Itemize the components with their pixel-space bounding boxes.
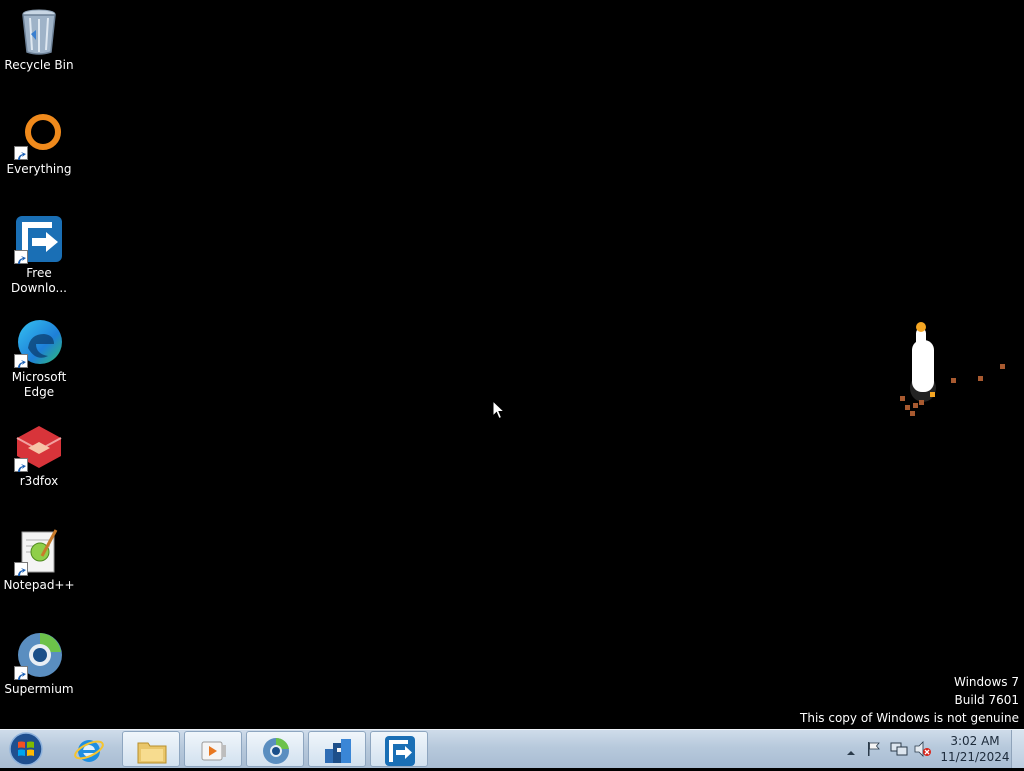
start-orb-icon [9,732,43,766]
desktop-icon-label: Supermium [4,682,74,696]
shortcut-arrow-icon [14,562,28,576]
desktop-icon-label: Everything [6,162,72,176]
show-hidden-icons-icon[interactable] [846,743,856,762]
desktop-icon-notepad-plus-plus[interactable]: Notepad++ [0,526,78,593]
desktop: Recycle Bin Everything Free Downlo... Mi… [0,0,1024,729]
desktop-icon-label: Free Downlo... [11,266,67,295]
desktop-icon-everything[interactable]: Everything [0,110,78,177]
file-explorer-icon [137,742,167,764]
notepad-plus-plus-icon [14,526,64,576]
shortcut-arrow-icon [14,354,28,368]
shortcut-arrow-icon [14,666,28,680]
desktop-icon-recycle-bin[interactable]: Recycle Bin [0,6,78,73]
action-center-flag-icon[interactable] [866,741,882,761]
free-download-manager-taskbar-icon [385,736,415,766]
desktop-icon-label: Recycle Bin [4,58,74,72]
internet-explorer-icon [74,740,104,762]
show-desktop-button[interactable] [1011,730,1024,768]
free-download-manager-icon [14,214,64,264]
windows-not-genuine-watermark: Windows 7 Build 7601 This copy of Window… [800,673,1019,727]
clock-date: 11/21/2024 [940,750,1010,764]
recycle-bin-icon [14,6,64,56]
app-icon [325,739,351,763]
supermium-taskbar-icon [263,737,289,764]
desktop-icon-microsoft-edge[interactable]: Microsoft Edge [0,318,78,400]
network-icon[interactable] [890,741,908,761]
mouse-cursor-icon [492,399,506,420]
desktop-icon-label: r3dfox [19,474,59,488]
desktop-icon-label: Notepad++ [3,578,75,592]
desktop-icon-free-download-manager[interactable]: Free Downlo... [0,214,78,296]
r3dfox-icon [14,422,64,472]
desktop-icon-r3dfox[interactable]: r3dfox [0,422,78,489]
clock-time: 3:02 AM [950,734,1000,748]
taskbar: 3:02 AM 11/21/2024 [0,729,1024,768]
system-tray: 3:02 AM 11/21/2024 [840,730,1024,769]
shortcut-arrow-icon [14,250,28,264]
everything-icon [14,110,64,160]
taskbar-file-explorer[interactable] [122,731,180,767]
edge-icon [14,318,64,368]
start-button[interactable] [4,731,48,767]
shortcut-arrow-icon [14,146,28,160]
supermium-icon [14,630,64,680]
taskbar-supermium[interactable] [246,731,304,767]
shortcut-arrow-icon [14,458,28,472]
taskbar-free-download-manager[interactable] [370,731,428,767]
desktop-goose[interactable] [895,318,1010,423]
taskbar-app[interactable] [308,731,366,767]
volume-muted-icon[interactable] [914,741,932,761]
media-player-icon [201,741,226,761]
taskbar-internet-explorer[interactable] [60,731,118,767]
desktop-icon-supermium[interactable]: Supermium [0,630,78,697]
watermark-build: Build 7601 [954,693,1019,707]
taskbar-media-player[interactable] [184,731,242,767]
clock[interactable]: 3:02 AM 11/21/2024 [940,733,1010,765]
watermark-os-name: Windows 7 [953,675,1019,689]
watermark-genuine-notice: This copy of Windows is not genuine [800,711,1019,725]
desktop-icon-label: Microsoft Edge [11,370,67,399]
